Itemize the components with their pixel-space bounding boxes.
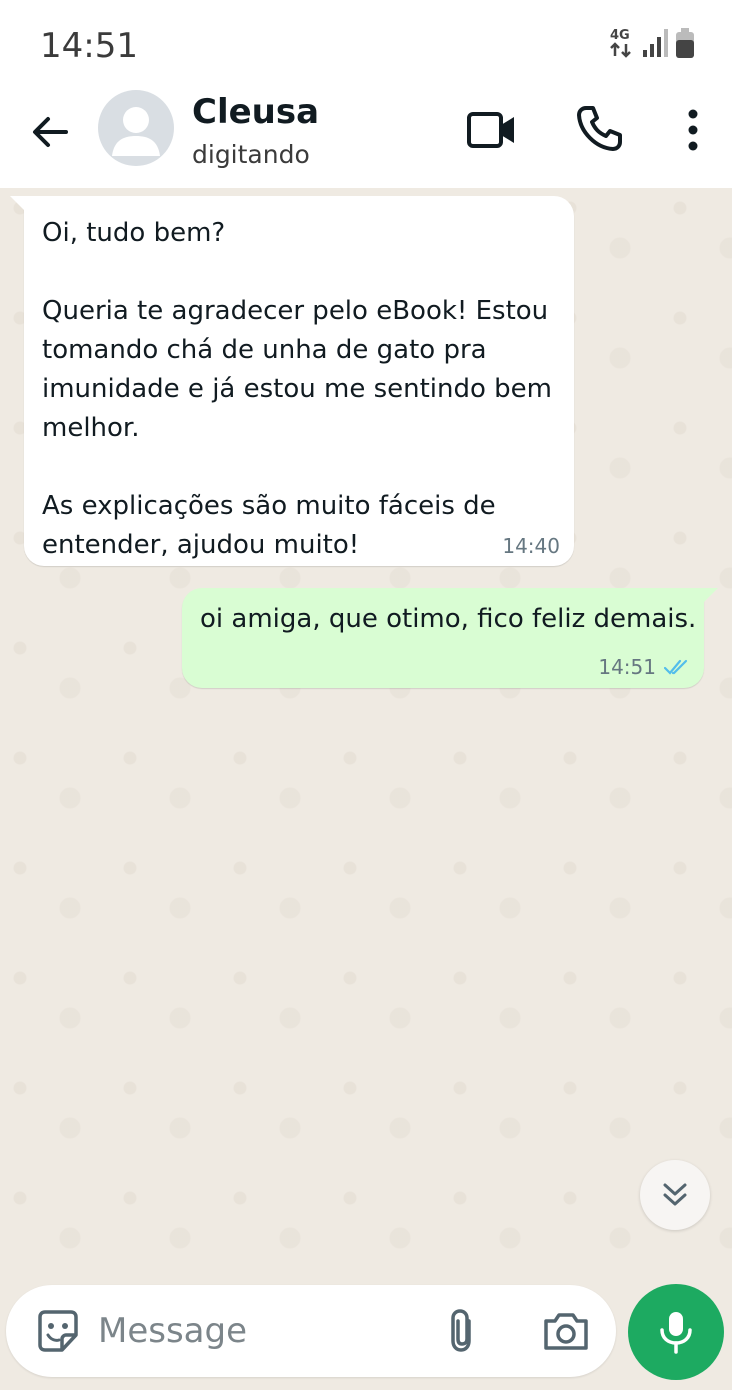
message-input[interactable] bbox=[98, 1303, 418, 1359]
paperclip-icon[interactable] bbox=[442, 1307, 482, 1355]
avatar-icon bbox=[112, 107, 160, 156]
back-arrow-icon[interactable] bbox=[26, 108, 74, 156]
outgoing-message[interactable]: oi amiga, que otimo, fico feliz demais. … bbox=[182, 588, 718, 688]
svg-text:4G: 4G bbox=[610, 28, 630, 43]
mic-button[interactable] bbox=[628, 1284, 724, 1380]
double-check-read-icon bbox=[664, 659, 688, 675]
avatar[interactable] bbox=[98, 90, 174, 166]
scroll-to-bottom-button[interactable] bbox=[640, 1160, 710, 1230]
contact-name[interactable]: Cleusa bbox=[192, 92, 319, 132]
sticker-icon[interactable] bbox=[34, 1307, 82, 1355]
battery-icon bbox=[676, 28, 694, 58]
message-time: 14:51 bbox=[598, 655, 656, 679]
more-vert-icon[interactable] bbox=[674, 106, 712, 154]
message-text: oi amiga, que otimo, fico feliz demais. bbox=[200, 604, 697, 634]
network-4g-icon: 4G bbox=[610, 28, 631, 58]
message-composer bbox=[6, 1285, 616, 1377]
phone-call-icon[interactable] bbox=[574, 104, 624, 154]
message-meta: 14:51 bbox=[598, 654, 690, 680]
message-time: 14:40 bbox=[502, 534, 560, 558]
chat-header: Cleusa digitando bbox=[0, 86, 732, 188]
status-icons: 4G bbox=[610, 26, 696, 60]
signal-icon bbox=[643, 29, 668, 57]
chat-area[interactable]: Oi, tudo bem? Queria te agradecer pelo e… bbox=[0, 188, 732, 1280]
incoming-message[interactable]: Oi, tudo bem? Queria te agradecer pelo e… bbox=[10, 196, 574, 566]
status-bar: 14:51 4G bbox=[0, 0, 732, 86]
video-call-icon[interactable] bbox=[466, 108, 518, 152]
camera-icon[interactable] bbox=[542, 1309, 590, 1353]
mic-icon bbox=[660, 1312, 692, 1354]
contact-status: digitando bbox=[192, 140, 310, 169]
status-time: 14:51 bbox=[40, 26, 138, 66]
double-chevron-down-icon bbox=[663, 1183, 687, 1206]
message-text: Oi, tudo bem? Queria te agradecer pelo e… bbox=[42, 218, 553, 560]
